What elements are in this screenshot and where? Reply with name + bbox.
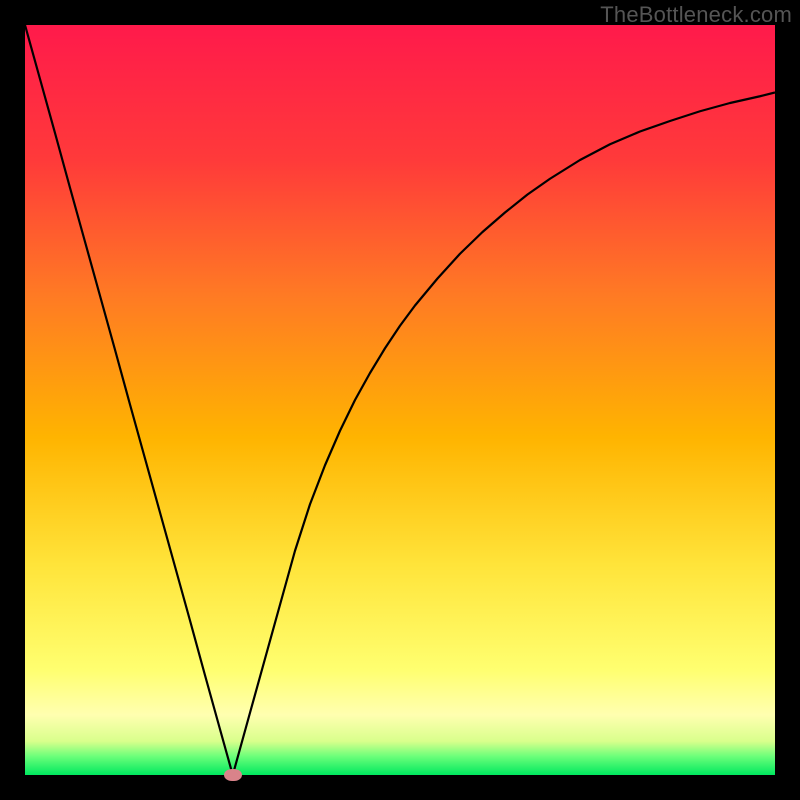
- plot-area: [25, 25, 775, 775]
- bottleneck-curve: [25, 25, 775, 775]
- curve-layer: [25, 25, 775, 775]
- chart-container: { "watermark": "TheBottleneck.com", "col…: [0, 0, 800, 800]
- minimum-marker: [224, 769, 242, 781]
